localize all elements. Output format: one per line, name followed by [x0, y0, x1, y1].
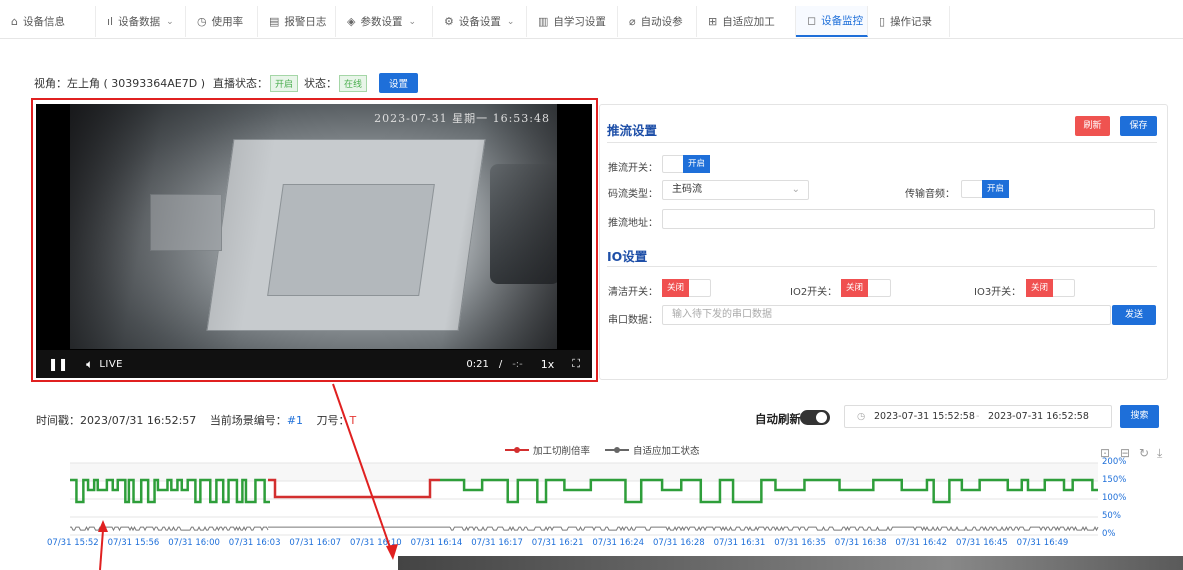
annotation-arrow-line-2: [99, 529, 104, 570]
annotation-arrowhead: [386, 544, 398, 560]
annotation-arrow-line: [332, 383, 394, 557]
background-screenshot-fragment: [398, 556, 1183, 570]
annotation-arrows: [98, 383, 398, 570]
